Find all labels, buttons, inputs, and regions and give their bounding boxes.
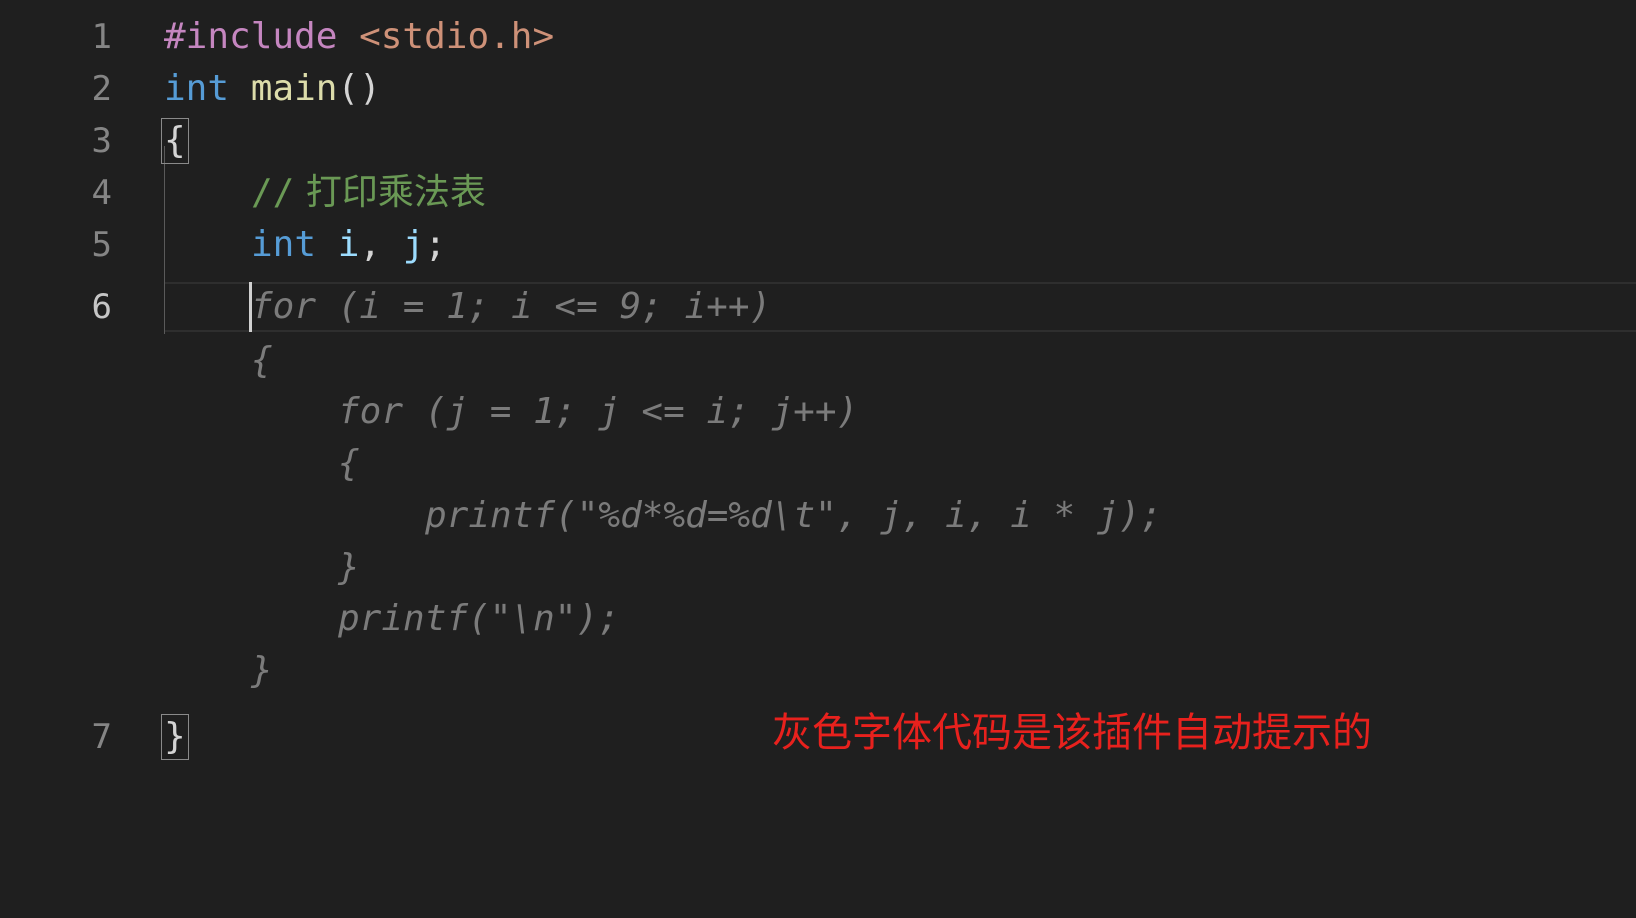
matched-close-brace: }: [161, 714, 189, 760]
line-number: 5: [91, 225, 112, 265]
type-keyword: int: [164, 68, 230, 109]
code-editor[interactable]: 1 2 3 4 5 6 7 #include <stdio.h> int mai…: [0, 0, 1636, 918]
code-line-7[interactable]: }: [161, 710, 189, 764]
code-line-5[interactable]: int i, j;: [251, 218, 446, 272]
function-name: main: [250, 68, 338, 109]
code-line-3[interactable]: {: [161, 114, 189, 168]
matched-open-brace: {: [161, 118, 189, 164]
inline-suggestion-line[interactable]: printf("\n");: [338, 592, 620, 646]
inline-suggestion-line[interactable]: printf("%d*%d=%d\t", j, i, i * j);: [425, 489, 1162, 543]
line-number-active: 6: [91, 287, 112, 327]
variable-i: i: [337, 224, 360, 265]
include-header: <stdio.h>: [359, 16, 555, 57]
inline-suggestion-line[interactable]: {: [338, 437, 360, 491]
parens: (): [337, 68, 381, 109]
inline-suggestion-line[interactable]: }: [338, 541, 360, 595]
code-line-1[interactable]: #include <stdio.h>: [164, 10, 554, 64]
line-number: 3: [91, 121, 112, 161]
inline-suggestion-line[interactable]: }: [251, 644, 273, 698]
separator: ,: [359, 224, 382, 265]
line-number: 1: [91, 17, 112, 57]
scrolled-off-line-fragment: [232, 0, 342, 2]
annotation-label: 灰色字体代码是该插件自动提示的: [772, 710, 1372, 756]
type-keyword: int: [251, 224, 317, 265]
variable-j: j: [402, 224, 425, 265]
line-number: 4: [91, 173, 112, 213]
comment-text: 打印乘法表: [305, 172, 486, 213]
inline-suggestion-line[interactable]: for (i = 1; i <= 9; i++): [251, 280, 771, 334]
code-line-4[interactable]: // 打印乘法表: [251, 166, 486, 220]
inline-suggestion-line[interactable]: for (j = 1; j <= i; j++): [338, 385, 858, 439]
code-line-2[interactable]: int main(): [164, 62, 381, 116]
indent-guide: [164, 146, 165, 334]
preprocessor-directive: #include: [164, 16, 338, 57]
inline-suggestion-line[interactable]: {: [251, 334, 273, 388]
line-number: 2: [91, 69, 112, 109]
semicolon: ;: [424, 224, 447, 265]
comment: // 打印乘法表: [251, 172, 486, 213]
comment-slashes: //: [251, 172, 295, 213]
line-number: 7: [91, 717, 112, 757]
